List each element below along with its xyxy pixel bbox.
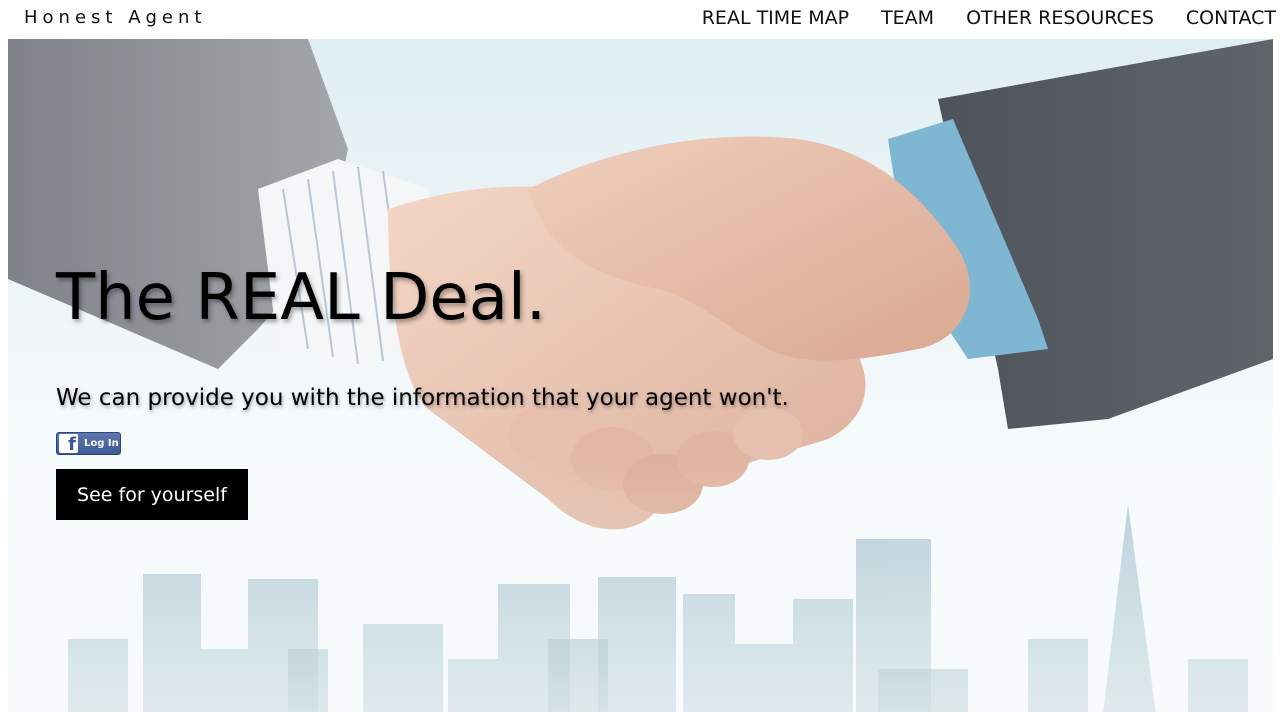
top-navigation-bar: Honest Agent REAL TIME MAP TEAM OTHER RE… xyxy=(0,0,1280,38)
hero-section: The REAL Deal. We can provide you with t… xyxy=(8,39,1273,712)
hero-background-image xyxy=(8,39,1273,712)
nav-contact[interactable]: CONTACT xyxy=(1186,6,1276,30)
nav-real-time-map[interactable]: REAL TIME MAP xyxy=(702,6,849,30)
hero-headline: The REAL Deal. xyxy=(56,261,547,335)
facebook-icon: f xyxy=(59,434,78,453)
nav-other-resources[interactable]: OTHER RESOURCES xyxy=(966,6,1154,30)
hero-subheadline: We can provide you with the information … xyxy=(56,385,789,411)
main-nav: REAL TIME MAP TEAM OTHER RESOURCES CONTA… xyxy=(702,6,1276,30)
nav-team[interactable]: TEAM xyxy=(881,6,934,30)
facebook-login-button[interactable]: f Log In xyxy=(56,432,121,455)
see-for-yourself-button[interactable]: See for yourself xyxy=(56,469,248,520)
brand-logo[interactable]: Honest Agent xyxy=(24,7,206,28)
facebook-login-label: Log In xyxy=(84,438,119,449)
